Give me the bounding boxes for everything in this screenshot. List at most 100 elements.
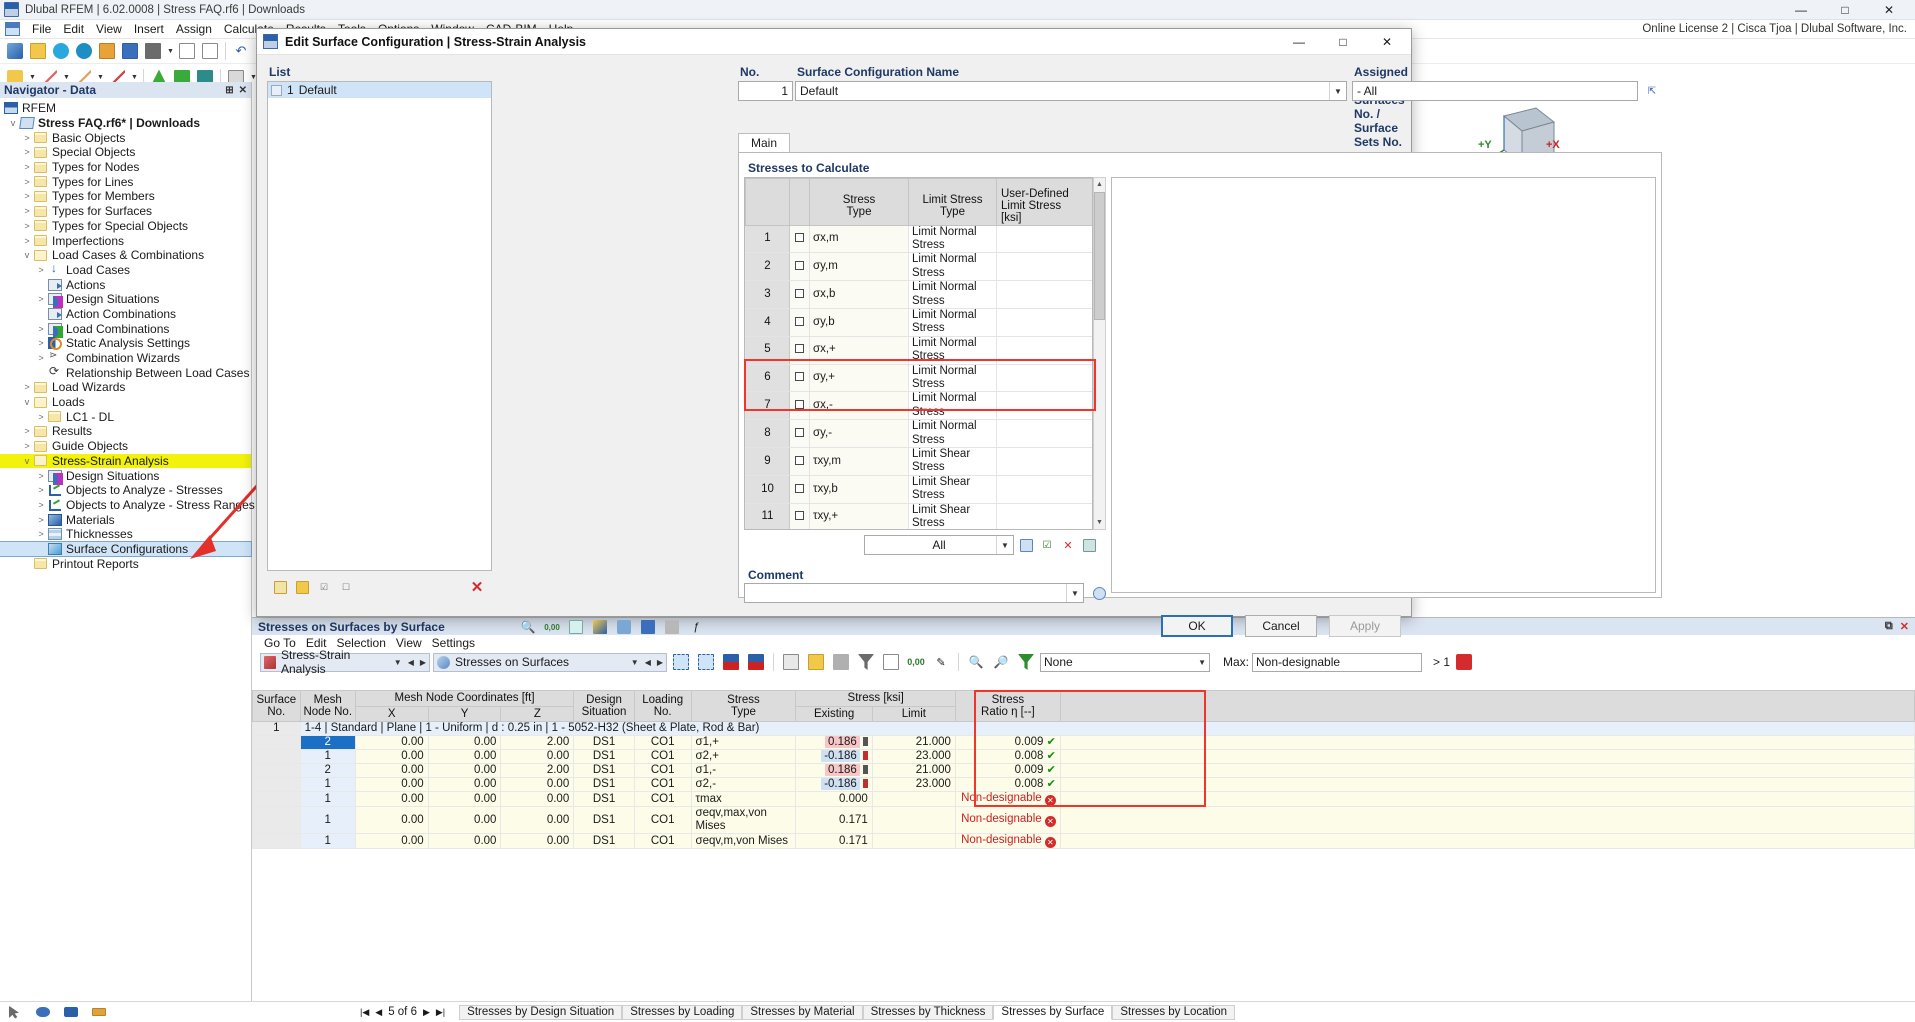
stress-row-checkbox[interactable]: [790, 392, 810, 420]
checkbox-unchecked-icon[interactable]: [795, 511, 804, 520]
stress-row-user-limit[interactable]: [997, 364, 1093, 392]
maximize-button[interactable]: □: [1823, 0, 1867, 20]
tree-item-load-combinations[interactable]: >Load Combinations: [0, 321, 251, 336]
navigator-tree[interactable]: RFEM v Stress FAQ.rf6* | Downloads >Basi…: [0, 98, 251, 571]
stress-row[interactable]: 9τxy,mLimit Shear Stress: [746, 448, 1093, 476]
decimal-places-icon[interactable]: 0,00: [905, 651, 927, 673]
close-button[interactable]: ✕: [1867, 0, 1911, 20]
tree-expander-icon[interactable]: >: [34, 324, 48, 334]
analysis-type-selector[interactable]: Stress-Strain Analysis ▼◀▶: [260, 653, 430, 672]
checkbox-unchecked-icon[interactable]: [795, 261, 804, 270]
save-icon[interactable]: [119, 40, 141, 62]
stress-row[interactable]: 8σy,-Limit Normal Stress: [746, 420, 1093, 448]
tab-main[interactable]: Main: [738, 133, 790, 152]
status-cursor-icon[interactable]: [6, 1004, 24, 1020]
tree-expander-icon[interactable]: >: [20, 441, 34, 451]
comment-dropdown-icon[interactable]: ▼: [1066, 584, 1083, 602]
tree-expander-icon[interactable]: >: [34, 529, 48, 539]
tree-expander-icon[interactable]: >: [20, 221, 34, 231]
tree-expander-icon[interactable]: >: [34, 353, 48, 363]
dialog-close-button[interactable]: ✕: [1365, 29, 1409, 54]
tree-item-lc1-dl[interactable]: >LC1 - DL: [0, 409, 251, 424]
stress-row-user-limit[interactable]: [997, 448, 1093, 476]
row-mesh-node-no[interactable]: 1: [300, 778, 355, 792]
tree-project-node[interactable]: v Stress FAQ.rf6* | Downloads: [0, 116, 251, 131]
stress-row-checkbox[interactable]: [790, 475, 810, 503]
analysis-next-icon[interactable]: ▶: [420, 658, 426, 667]
tree-item-objects-to-analyze-stresses[interactable]: >Objects to Analyze - Stresses: [0, 483, 251, 498]
stress-row-checkbox[interactable]: [790, 448, 810, 476]
project-expander-icon[interactable]: v: [6, 118, 20, 128]
page-next-icon[interactable]: ▶: [423, 1007, 430, 1018]
tree-item-special-objects[interactable]: >Special Objects: [0, 145, 251, 160]
status-tab-strip[interactable]: Stresses by Design SituationStresses by …: [459, 1005, 1235, 1020]
checkbox-unchecked-icon[interactable]: [795, 317, 804, 326]
tree-expander-icon[interactable]: >: [34, 500, 48, 510]
dialog-save-icon[interactable]: [639, 618, 657, 636]
checkbox-unchecked-icon[interactable]: [795, 400, 804, 409]
table-view-icon[interactable]: [780, 651, 802, 673]
report-export-icon[interactable]: [880, 651, 902, 673]
results-row[interactable]: 20.000.002.00DS1CO1σ1,+0.18621.0000.009 …: [253, 736, 1915, 750]
results-row[interactable]: 20.000.002.00DS1CO1σ1,-0.18621.0000.009 …: [253, 764, 1915, 778]
dialog-tabs[interactable]: Main: [738, 133, 790, 152]
dialog-render-icon[interactable]: [615, 618, 633, 636]
results-row[interactable]: 10.000.000.00DS1CO1τmax0.000Non-designab…: [253, 792, 1915, 807]
help-info-icon[interactable]: 🔍: [519, 618, 537, 636]
stress-row[interactable]: 3σx,bLimit Normal Stress: [746, 281, 1093, 309]
tree-item-load-cases-combinations[interactable]: vLoad Cases & Combinations: [0, 248, 251, 263]
tree-item-action-combinations[interactable]: Action Combinations: [0, 307, 251, 322]
menu-assign[interactable]: Assign: [170, 20, 218, 38]
tree-item-types-for-surfaces[interactable]: >Types for Surfaces: [0, 204, 251, 219]
stress-row-checkbox[interactable]: [790, 420, 810, 448]
results-row[interactable]: 10.000.000.00DS1CO1σ2,+-0.18623.0000.008…: [253, 750, 1915, 764]
results-filter2-icon[interactable]: [1015, 651, 1037, 673]
results-row[interactable]: 10.000.000.00DS1CO1σeqv,m,von Mises0.171…: [253, 834, 1915, 849]
name-field[interactable]: Default ▼: [795, 81, 1347, 101]
result-dropdown-icon[interactable]: ▼: [631, 658, 639, 667]
cloud-save-icon[interactable]: [73, 40, 95, 62]
tree-item-relationship-between-load-cases[interactable]: Relationship Between Load Cases: [0, 365, 251, 380]
row-mesh-node-no[interactable]: 1: [300, 792, 355, 807]
open-folder-icon[interactable]: [27, 40, 49, 62]
tree-item-loads[interactable]: vLoads: [0, 395, 251, 410]
comment-edit-icon[interactable]: [1089, 583, 1109, 603]
menu-insert[interactable]: Insert: [128, 20, 170, 38]
checkbox-unchecked-icon[interactable]: [795, 372, 804, 381]
tree-item-thicknesses[interactable]: >Thicknesses: [0, 527, 251, 542]
stress-row-user-limit[interactable]: [997, 475, 1093, 503]
row-mesh-node-no[interactable]: 2: [300, 764, 355, 778]
stress-row-user-limit[interactable]: [997, 392, 1093, 420]
tree-item-load-wizards[interactable]: >Load Wizards: [0, 380, 251, 395]
reset-rows-icon[interactable]: [1080, 536, 1098, 554]
status-ruler-icon[interactable]: [90, 1004, 108, 1020]
tree-item-types-for-special-objects[interactable]: >Types for Special Objects: [0, 219, 251, 234]
dialog-formula-icon[interactable]: ƒ: [687, 618, 705, 636]
tree-expander-icon[interactable]: >: [20, 133, 34, 143]
dialog-decimals-icon[interactable]: 0,00: [543, 618, 561, 636]
new-report-icon[interactable]: [176, 40, 198, 62]
numeric-values-icon[interactable]: [745, 651, 767, 673]
stress-row[interactable]: 5σx,+Limit Normal Stress: [746, 336, 1093, 364]
status-tab-stresses-by-design-situation[interactable]: Stresses by Design Situation: [459, 1005, 622, 1020]
scroll-up-icon[interactable]: ▲: [1094, 178, 1105, 191]
results-close-icon[interactable]: ✕: [1900, 620, 1909, 633]
tree-expander-icon[interactable]: v: [20, 397, 34, 407]
stress-row[interactable]: 4σy,bLimit Normal Stress: [746, 308, 1093, 336]
page-first-icon[interactable]: |◀: [360, 1007, 369, 1018]
dialog-legend-icon[interactable]: [591, 618, 609, 636]
status-video-icon[interactable]: [62, 1004, 80, 1020]
deselect-configurations-icon[interactable]: ☐: [337, 578, 355, 596]
stress-row[interactable]: 11τxy,+Limit Shear Stress: [746, 503, 1093, 530]
dialog-maximize-button[interactable]: □: [1321, 29, 1365, 54]
assigned-field[interactable]: - All: [1352, 81, 1638, 101]
tree-expander-icon[interactable]: >: [34, 294, 48, 304]
page-last-icon[interactable]: ▶|: [436, 1007, 445, 1018]
ok-button[interactable]: OK: [1161, 615, 1233, 637]
results-menu-view[interactable]: View: [396, 636, 422, 650]
list-item-default[interactable]: 1 Default: [268, 82, 491, 98]
checkbox-unchecked-icon[interactable]: [795, 289, 804, 298]
page-navigation[interactable]: |◀ ◀ 5 of 6 ▶ ▶|: [360, 1006, 445, 1018]
tree-expander-icon[interactable]: >: [34, 515, 48, 525]
stress-row-user-limit[interactable]: [997, 503, 1093, 530]
